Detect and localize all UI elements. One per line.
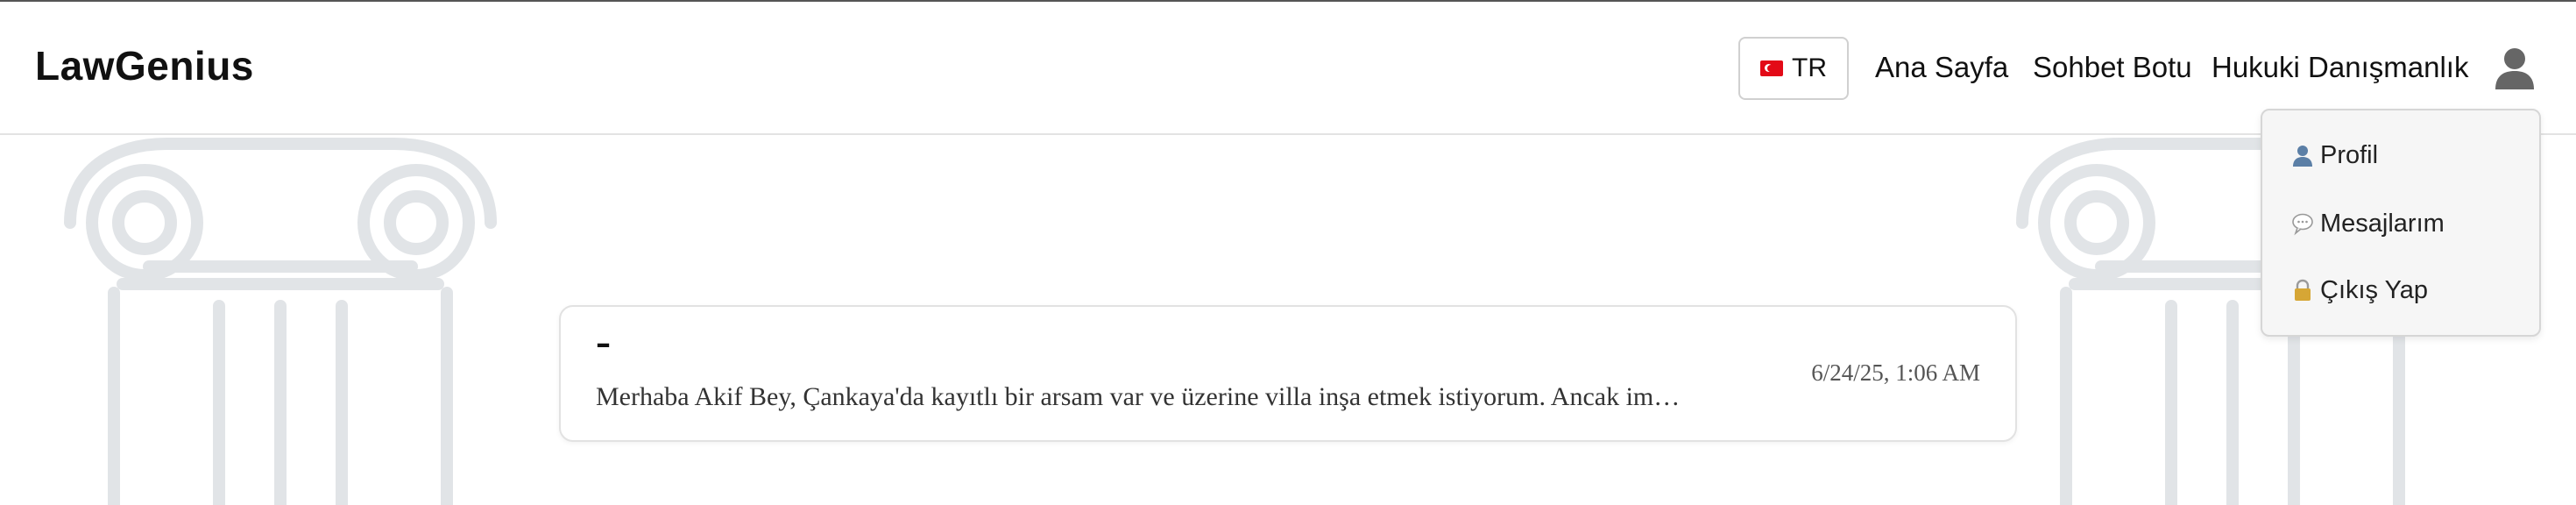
menu-item-label: Profil — [2320, 140, 2379, 169]
conversation-timestamp: 6/24/25, 1:06 AM — [1811, 359, 1980, 386]
menu-item-profile[interactable]: Profil — [2290, 133, 2378, 177]
nav-link-home[interactable]: Ana Sayfa — [1875, 51, 2008, 84]
brand-logo[interactable]: LawGenius — [35, 42, 254, 89]
user-icon — [2495, 48, 2534, 89]
menu-item-label: Çıkış Yap — [2320, 275, 2429, 304]
lock-icon — [2295, 279, 2311, 301]
user-dropdown-menu: Profil Mesajlarım Çıkış Yap — [2261, 109, 2541, 337]
menu-item-label: Mesajlarım — [2320, 209, 2445, 238]
user-menu-button[interactable] — [2490, 44, 2539, 93]
speech-bubble-icon — [2292, 213, 2313, 236]
turkey-flag-icon — [1760, 60, 1783, 76]
nav-link-legal-consulting[interactable]: Hukuki Danışmanlık — [2212, 51, 2468, 84]
person-icon — [2293, 146, 2312, 167]
menu-item-messages[interactable]: Mesajlarım — [2290, 202, 2445, 245]
nav-link-chatbot[interactable]: Sohbet Botu — [2033, 51, 2192, 84]
column-decoration-left — [64, 138, 497, 505]
language-button[interactable]: TR — [1738, 37, 1849, 100]
conversation-card[interactable]: – Merhaba Akif Bey, Çankaya'da kayıtlı b… — [559, 305, 2017, 442]
menu-item-logout[interactable]: Çıkış Yap — [2290, 268, 2428, 312]
conversation-title: – — [596, 326, 611, 361]
conversation-preview: Merhaba Akif Bey, Çankaya'da kayıtlı bir… — [596, 382, 1681, 411]
language-label: TR — [1792, 53, 1827, 82]
top-navbar: LawGenius TR Ana Sayfa Sohbet Botu Hukuk… — [0, 2, 2576, 135]
